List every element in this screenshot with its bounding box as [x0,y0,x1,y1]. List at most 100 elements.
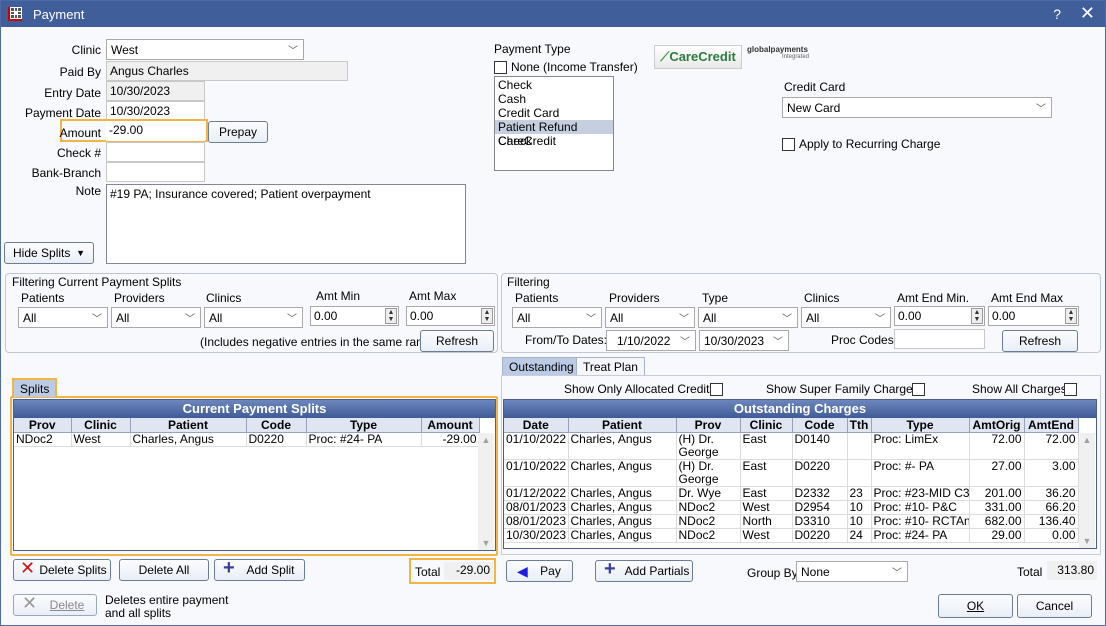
delete-all-button[interactable]: Delete All [119,559,209,581]
recurring-charge-checkbox[interactable] [782,138,795,151]
column-header[interactable]: AmtOrig [969,418,1025,433]
splits-total-label: Total [415,565,441,579]
none-income-transfer-checkbox[interactable] [494,61,507,74]
charge-patients-select[interactable]: All ﹀ [512,307,602,328]
cell: 01/10/2022 [504,459,569,487]
tab-outstanding[interactable]: Outstanding [502,357,581,375]
split-filter-title: Filtering Current Payment Splits [12,275,182,289]
show-allocated-label: Show Only Allocated Credits [564,382,716,396]
show-super-family-label: Show Super Family Charges [766,382,919,396]
payment-type-option[interactable]: Credit Card [495,106,613,120]
show-all-charges-checkbox[interactable] [1064,383,1077,396]
show-allocated-checkbox[interactable] [710,383,723,396]
charge-amt-end-min-spinner[interactable]: 0.00 ▲ ▼ [894,306,985,326]
charge-row[interactable]: 01/10/2022 Charles, Angus (H) Dr. George Ea… [504,432,1079,460]
credit-card-select[interactable]: New Card ﹀ [782,97,1052,118]
charge-row[interactable]: 01/12/2022 Charles, Angus Dr. Wye East D2332… [504,486,1079,501]
payment-type-option-selected[interactable]: Patient Refund Check [495,120,613,148]
charge-type-select[interactable]: All ﹀ [698,307,798,328]
group-by-select[interactable]: None ﹀ [796,561,908,582]
delete-note-line1: Deletes entire payment [105,593,229,607]
split-providers-select[interactable]: All ﹀ [111,307,201,328]
column-header[interactable]: Code [246,418,307,433]
charge-row[interactable]: 01/10/2022 Charles, Angus (H) Dr. George Ea… [504,459,1079,487]
payment-date-input[interactable]: 10/30/2023 [106,101,205,121]
close-icon[interactable]: ✕ [1080,3,1095,24]
column-header[interactable]: Prov [676,418,741,433]
delete-splits-button[interactable]: ✕ Delete Splits [13,558,111,581]
splits-grid: Current Payment Splits Prov Clinic Patient… [13,399,496,551]
spin-arrows-icon[interactable]: ▲ ▼ [481,308,493,324]
spin-arrows-icon[interactable]: ▲ ▼ [971,308,983,324]
splits-scrollbar[interactable]: ▲ ▼ [478,433,494,550]
prepay-button[interactable]: Prepay [208,121,268,143]
charge-row[interactable]: 10/30/2023 Charles, Angus NDoc2 West D0220 24… [504,528,1079,543]
add-partials-button[interactable]: + Add Partials [595,559,693,582]
scroll-up-icon[interactable]: ▲ [1079,435,1095,445]
tab-treat-plan[interactable]: Treat Plan [576,357,645,375]
carecredit-logo[interactable]: ⟋CareCredit [654,45,742,69]
carecredit-leaf-icon: ⟋ [660,49,670,64]
column-header[interactable]: Patient [568,418,677,433]
column-header[interactable]: Type [871,418,970,433]
column-header[interactable]: Amount [421,418,480,433]
column-header[interactable]: Patient [130,418,247,433]
outstanding-scrollbar[interactable]: ▲ ▼ [1079,433,1095,548]
hide-splits-button[interactable]: Hide Splits ▼ [4,242,94,264]
payment-type-option[interactable]: Check [495,78,613,92]
split-row[interactable]: NDoc2 West Charles, Angus D0220 Proc: #24- P… [14,432,480,447]
to-date-picker[interactable]: 10/30/2023 ﹀ [699,330,789,351]
column-header[interactable]: Type [306,418,422,433]
clinic-label: Clinic [71,43,101,57]
proc-codes-input[interactable] [894,329,985,349]
scroll-down-icon[interactable]: ▼ [478,538,494,548]
bank-branch-input[interactable] [106,162,205,182]
charge-row[interactable]: 08/01/2023 Charles, Angus NDoc2 North D3310 1… [504,514,1079,529]
add-split-button[interactable]: + Add Split [214,558,305,581]
split-clinics-select[interactable]: All ﹀ [204,307,303,328]
tab-splits[interactable]: Splits [12,378,58,397]
scroll-up-icon[interactable]: ▲ [478,435,494,445]
outstanding-table: Date Patient Prov Clinic Code Tth Type AmtOrig A… [504,418,1079,543]
cell: Proc: #23-MID C3 [871,486,970,501]
note-textarea[interactable]: #19 PA; Insurance covered; Patient overp… [106,184,466,264]
globalpayments-logo[interactable]: globalpayments Integrated [747,45,809,69]
charge-clinics-select[interactable]: All ﹀ [801,307,891,328]
split-refresh-button[interactable]: Refresh [420,330,494,352]
amount-input[interactable]: -29.00 [106,121,205,141]
column-header[interactable]: Prov [14,418,72,433]
charge-providers-select[interactable]: All ﹀ [605,307,695,328]
charge-row[interactable]: 08/01/2023 Charles, Angus NDoc2 West D2954 10… [504,500,1079,515]
column-header[interactable]: Clinic [71,418,131,433]
from-date-picker[interactable]: 1/10/2022 ﹀ [606,330,696,351]
spin-arrows-icon[interactable]: ▲ ▼ [1065,308,1077,324]
column-header[interactable]: AmtEnd [1024,418,1079,433]
split-amt-min-spinner[interactable]: 0.00 ▲ ▼ [310,306,399,326]
check-number-input[interactable] [106,142,205,162]
column-header[interactable]: Date [504,418,569,433]
delete-payment-button[interactable]: ✕ Delete [13,593,97,616]
spin-arrows-icon[interactable]: ▲ ▼ [385,308,397,324]
split-amt-max-spinner[interactable]: 0.00 ▲ ▼ [406,306,495,326]
ok-button[interactable]: OK [938,594,1013,618]
cell: 29.00 [969,528,1025,543]
column-header[interactable]: Clinic [740,418,793,433]
scroll-down-icon[interactable]: ▼ [1079,536,1095,546]
charge-refresh-button[interactable]: Refresh [1002,330,1078,352]
column-header[interactable]: Tth [847,418,872,433]
cancel-button[interactable]: Cancel [1017,594,1092,618]
clinic-select[interactable]: West ﹀ [106,39,304,60]
charge-amt-end-max-spinner[interactable]: 0.00 ▲ ▼ [988,306,1079,326]
payment-type-option[interactable]: CareCredit [495,134,613,148]
pay-button[interactable]: ◀ Pay [506,560,573,582]
cell: 331.00 [969,500,1025,515]
split-filter-note: (Includes negative entries in the same r… [200,335,441,349]
gray-x-icon: ✕ [22,593,38,613]
payment-type-option[interactable]: Cash [495,92,613,106]
payment-type-list[interactable]: Check Cash Credit Card Patient Refund Ch… [494,76,614,171]
column-header[interactable]: Code [792,418,848,433]
show-super-family-checkbox[interactable] [912,383,925,396]
help-icon[interactable]: ? [1053,6,1061,22]
charge-clinics-label: Clinics [804,291,840,305]
split-patients-select[interactable]: All ﹀ [18,307,108,328]
